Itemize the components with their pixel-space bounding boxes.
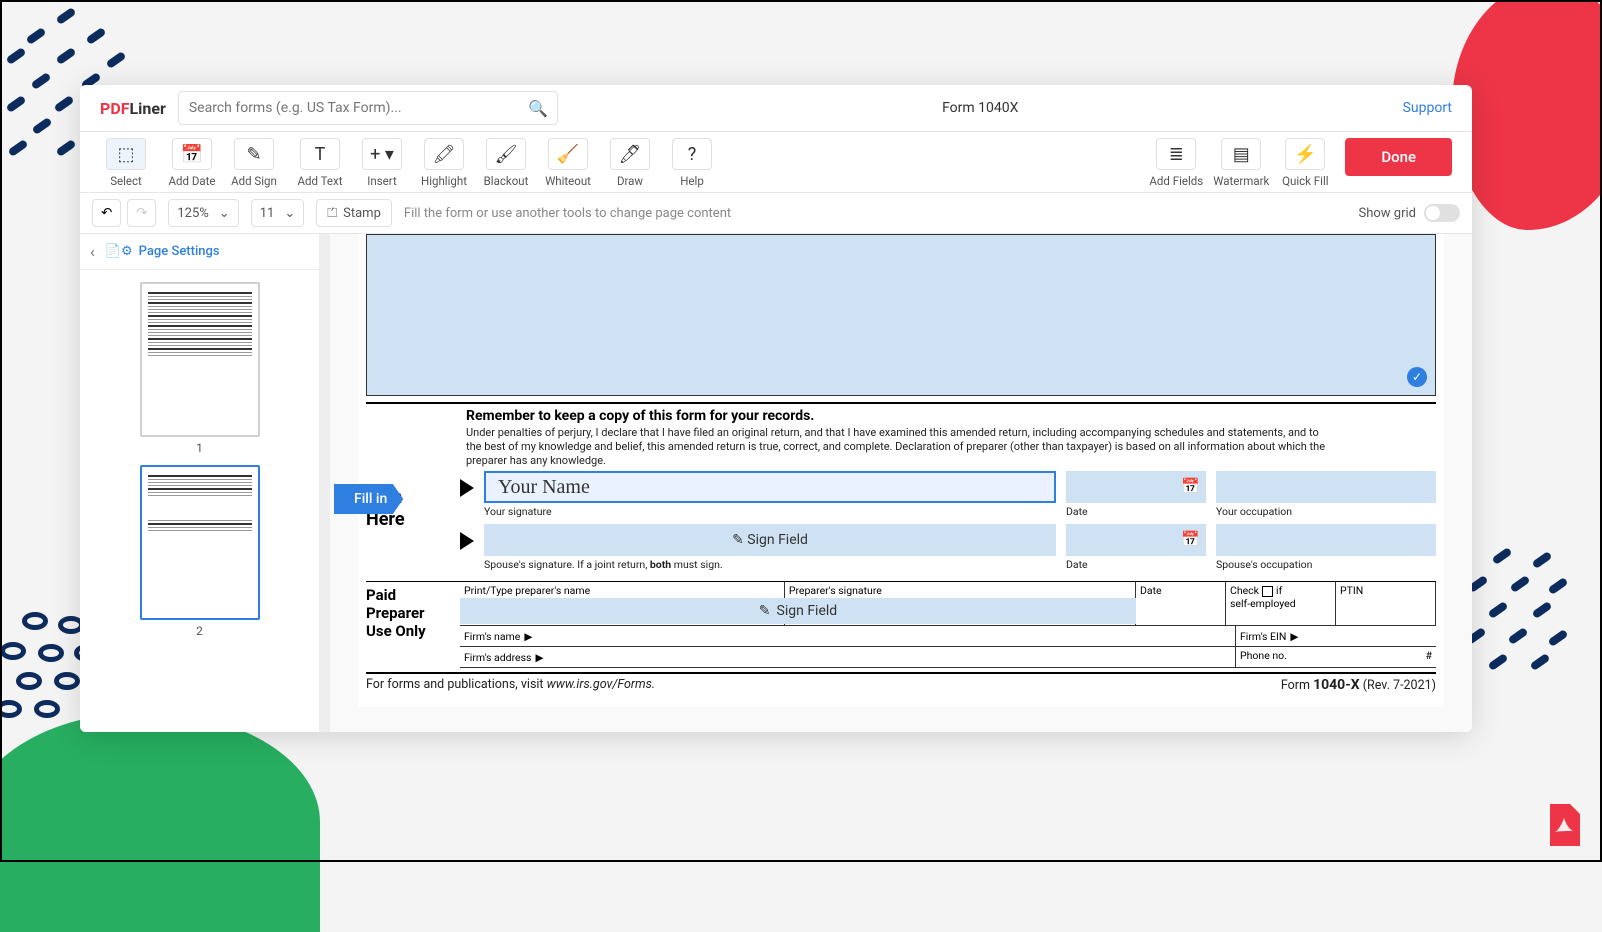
doc-title: Form 1040X [570, 100, 1391, 116]
text-icon: T [300, 138, 340, 170]
page-thumb-2[interactable] [140, 465, 260, 620]
signature-icon: ✎ [234, 138, 274, 170]
preparer-date-cell: Date [1136, 582, 1226, 625]
toolbar: ⬚Select 📅Add Date ✎Add Sign TAdd Text + … [80, 132, 1472, 193]
fields-icon: ≣ [1156, 138, 1196, 170]
topbar: PDFLiner 🔍 Form 1040X Support [80, 85, 1472, 132]
workarea: ‹ 📄⚙Page Settings 1 [80, 234, 1472, 732]
tool-draw[interactable]: 🖊Draw [604, 138, 656, 188]
chevron-down-icon: ⌄ [284, 206, 295, 221]
stamp-button[interactable]: ⏍Stamp [316, 199, 392, 227]
spouse-signature-label: Spouse's signature. If a joint return, b… [484, 558, 1056, 571]
font-size-select[interactable]: 11⌄ [251, 199, 305, 227]
spouse-date-field[interactable]: 📅 [1066, 524, 1206, 556]
large-text-field[interactable]: ✓ [366, 234, 1436, 396]
your-signature-field[interactable]: Your Name [484, 471, 1056, 503]
search-box: 🔍 [178, 91, 558, 125]
calendar-icon: 📅 [1181, 530, 1200, 548]
redo-button[interactable]: ↷ [127, 199, 156, 227]
plus-icon: + ▾ [362, 138, 402, 170]
zoom-select[interactable]: 125%⌄ [168, 199, 238, 227]
side-scrollbar[interactable] [320, 234, 330, 732]
your-occupation-label: Your occupation [1216, 505, 1436, 518]
tool-quick-fill[interactable]: ⚡Quick Fill [1279, 138, 1331, 188]
preparer-selfemp-cell: Checkif self-employed [1226, 582, 1336, 625]
draw-icon: 🖊 [610, 138, 650, 170]
show-grid-toggle[interactable] [1424, 204, 1460, 222]
whiteout-icon: 🧹 [548, 138, 588, 170]
spouse-occupation-label: Spouse's occupation [1216, 558, 1436, 571]
search-icon[interactable]: 🔍 [528, 99, 548, 118]
your-signature-label: Your signature [484, 505, 1056, 518]
footer-left: For forms and publications, visit www.ir… [366, 677, 655, 693]
tool-add-date[interactable]: 📅Add Date [166, 138, 218, 188]
help-icon: ? [672, 138, 712, 170]
tool-insert[interactable]: + ▾Insert [356, 138, 408, 188]
calendar-icon: 📅 [1181, 477, 1200, 495]
done-button[interactable]: Done [1345, 138, 1452, 176]
chevron-down-icon: ⌄ [219, 206, 230, 221]
thumb-label-1: 1 [140, 441, 260, 455]
cursor-icon: ⬚ [106, 138, 146, 170]
subtoolbar: ↶ ↷ 125%⌄ 11⌄ ⏍Stamp Fill the form or us… [80, 193, 1472, 234]
app-logo: PDFLiner [100, 99, 166, 118]
spouse-signature-field[interactable]: ✎ Sign Field [484, 524, 1056, 556]
support-link[interactable]: Support [1403, 100, 1452, 116]
phone-cell[interactable]: Phone no.# [1236, 647, 1436, 667]
show-grid-label: Show grid [1359, 206, 1416, 221]
tool-add-text[interactable]: TAdd Text [294, 138, 346, 188]
form-page: ✓ Remember to keep a copy of this form f… [358, 234, 1444, 707]
field-ok-icon: ✓ [1407, 367, 1427, 387]
page-thumb-1[interactable] [140, 282, 260, 437]
firm-address-cell[interactable]: Firm's address▶ [460, 647, 1236, 667]
records-heading: Remember to keep a copy of this form for… [466, 408, 1336, 424]
tool-select[interactable]: ⬚Select [100, 138, 152, 188]
tool-watermark[interactable]: ▤Watermark [1213, 138, 1269, 188]
tool-help[interactable]: ?Help [666, 138, 718, 188]
highlight-icon: 🖍 [424, 138, 464, 170]
sign-icon: ✎ [759, 603, 771, 619]
tool-add-fields[interactable]: ≣Add Fields [1149, 138, 1203, 188]
preparer-sign-field[interactable]: ✎Sign Field [460, 598, 1136, 624]
fill-in-badge[interactable]: Fill in [334, 484, 403, 514]
firm-ein-cell[interactable]: Firm's EIN▶ [1236, 626, 1436, 646]
thumb-label-2: 2 [140, 624, 260, 638]
preparer-ptin-cell: PTIN [1336, 582, 1436, 625]
chevron-left-icon[interactable]: ‹ [90, 242, 95, 261]
tool-add-sign[interactable]: ✎Add Sign [228, 138, 280, 188]
blackout-icon: 🖌 [486, 138, 526, 170]
spouse-occupation-field[interactable] [1216, 524, 1436, 556]
perjury-declaration: Under penalties of perjury, I declare th… [466, 426, 1336, 467]
triangle-icon [460, 532, 474, 550]
triangle-icon [460, 479, 474, 497]
watermark-icon: ▤ [1221, 138, 1261, 170]
toolbar-hint: Fill the form or use another tools to ch… [404, 206, 731, 221]
gear-pages-icon: 📄⚙ [105, 244, 133, 259]
app-window: PDFLiner 🔍 Form 1040X Support ⬚Select 📅A… [80, 85, 1472, 732]
stamp-icon: ⏍ [327, 206, 337, 221]
sign-icon: ✎ [732, 532, 744, 548]
your-date-label: Date [1066, 505, 1206, 518]
your-occupation-field[interactable] [1216, 471, 1436, 503]
tool-blackout[interactable]: 🖌Blackout [480, 138, 532, 188]
bolt-icon: ⚡ [1285, 138, 1325, 170]
self-employed-checkbox[interactable] [1262, 586, 1273, 597]
calendar-icon: 📅 [172, 138, 212, 170]
firm-name-cell[interactable]: Firm's name▶ [460, 626, 1236, 646]
paid-preparer-label: PaidPreparerUse Only [366, 582, 460, 668]
undo-button[interactable]: ↶ [92, 199, 121, 227]
search-input[interactable] [178, 91, 558, 125]
footer-right: Form 1040-X (Rev. 7-2021) [1281, 677, 1436, 693]
side-panel: ‹ 📄⚙Page Settings 1 [80, 234, 320, 732]
your-date-field[interactable]: 📅 [1066, 471, 1206, 503]
tool-whiteout[interactable]: 🧹Whiteout [542, 138, 594, 188]
page-canvas: Fill in ✓ Remember to keep a copy of thi… [330, 234, 1472, 732]
page-settings-header[interactable]: ‹ 📄⚙Page Settings [80, 234, 319, 270]
spouse-date-label: Date [1066, 558, 1206, 571]
tool-highlight[interactable]: 🖍Highlight [418, 138, 470, 188]
